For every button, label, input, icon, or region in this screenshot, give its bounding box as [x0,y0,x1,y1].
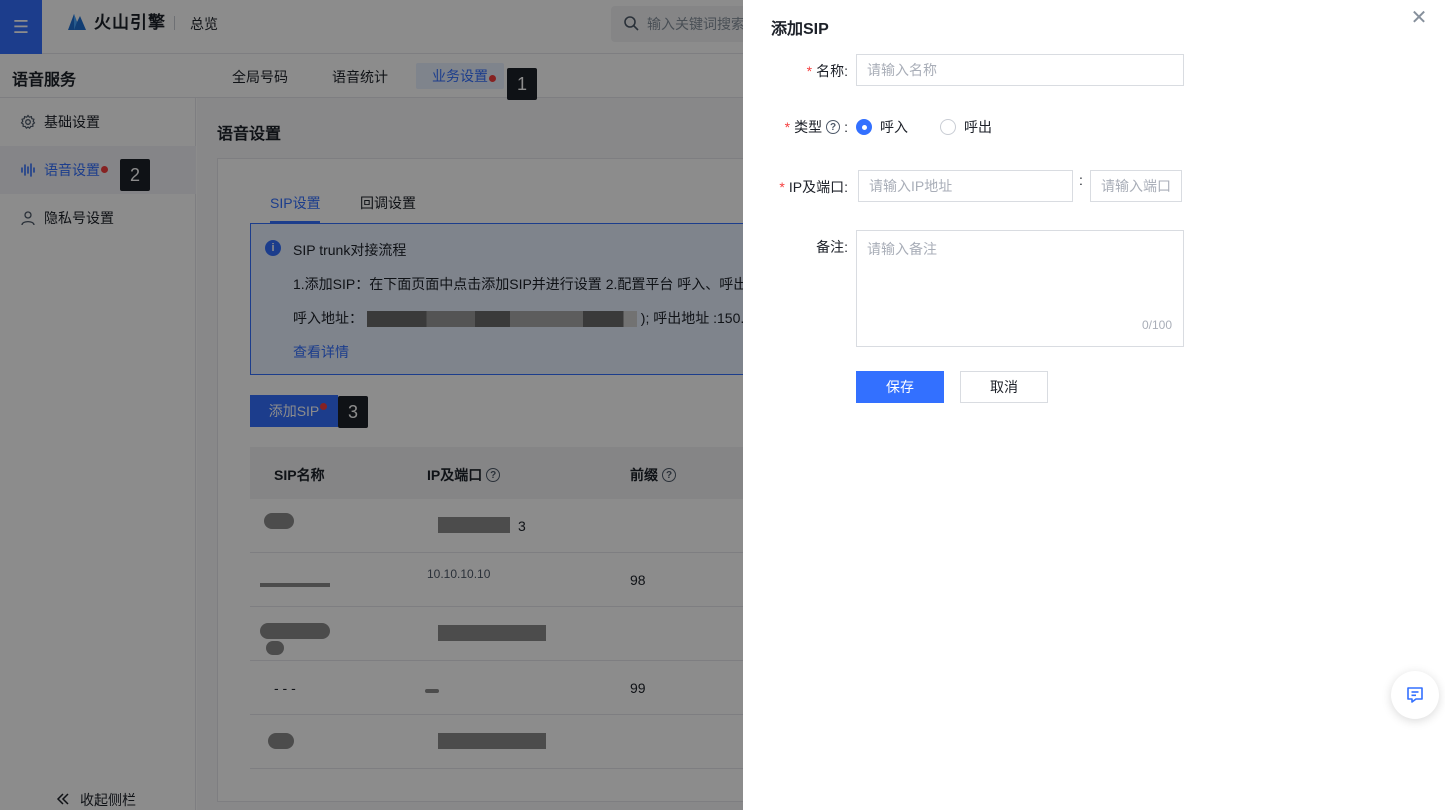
question-circle-icon[interactable]: ? [826,120,841,134]
remark-textarea[interactable] [856,230,1184,347]
ip-port-separator: : [1079,172,1083,188]
ip-address-input[interactable] [858,170,1073,202]
required-mark: * [806,63,813,79]
required-mark: * [779,179,785,195]
remark-label: 备注: [816,239,848,255]
radio-checked-icon [856,119,872,135]
port-input[interactable] [1090,170,1182,202]
add-sip-drawer: 添加SIP ✕ * 名称: * 类型 ? : 呼入 呼出 * IP及端口: : … [743,0,1445,810]
char-counter: 0/100 [1142,318,1173,332]
type-label: * 类型 ? : [784,119,848,135]
close-icon[interactable]: ✕ [1409,8,1429,28]
radio-unchecked-icon [940,119,956,135]
chat-icon[interactable] [1391,671,1439,719]
ip-port-label: * IP及端口: [779,179,848,195]
name-input[interactable] [856,54,1184,86]
drawer-title: 添加SIP [771,21,829,38]
modal-mask[interactable] [0,0,743,810]
name-label: * 名称: [806,63,848,79]
radio-outbound[interactable]: 呼出 [940,117,992,137]
cancel-button[interactable]: 取消 [960,371,1048,403]
required-mark: * [784,119,791,135]
radio-inbound[interactable]: 呼入 [856,117,908,137]
save-button[interactable]: 保存 [856,371,944,403]
